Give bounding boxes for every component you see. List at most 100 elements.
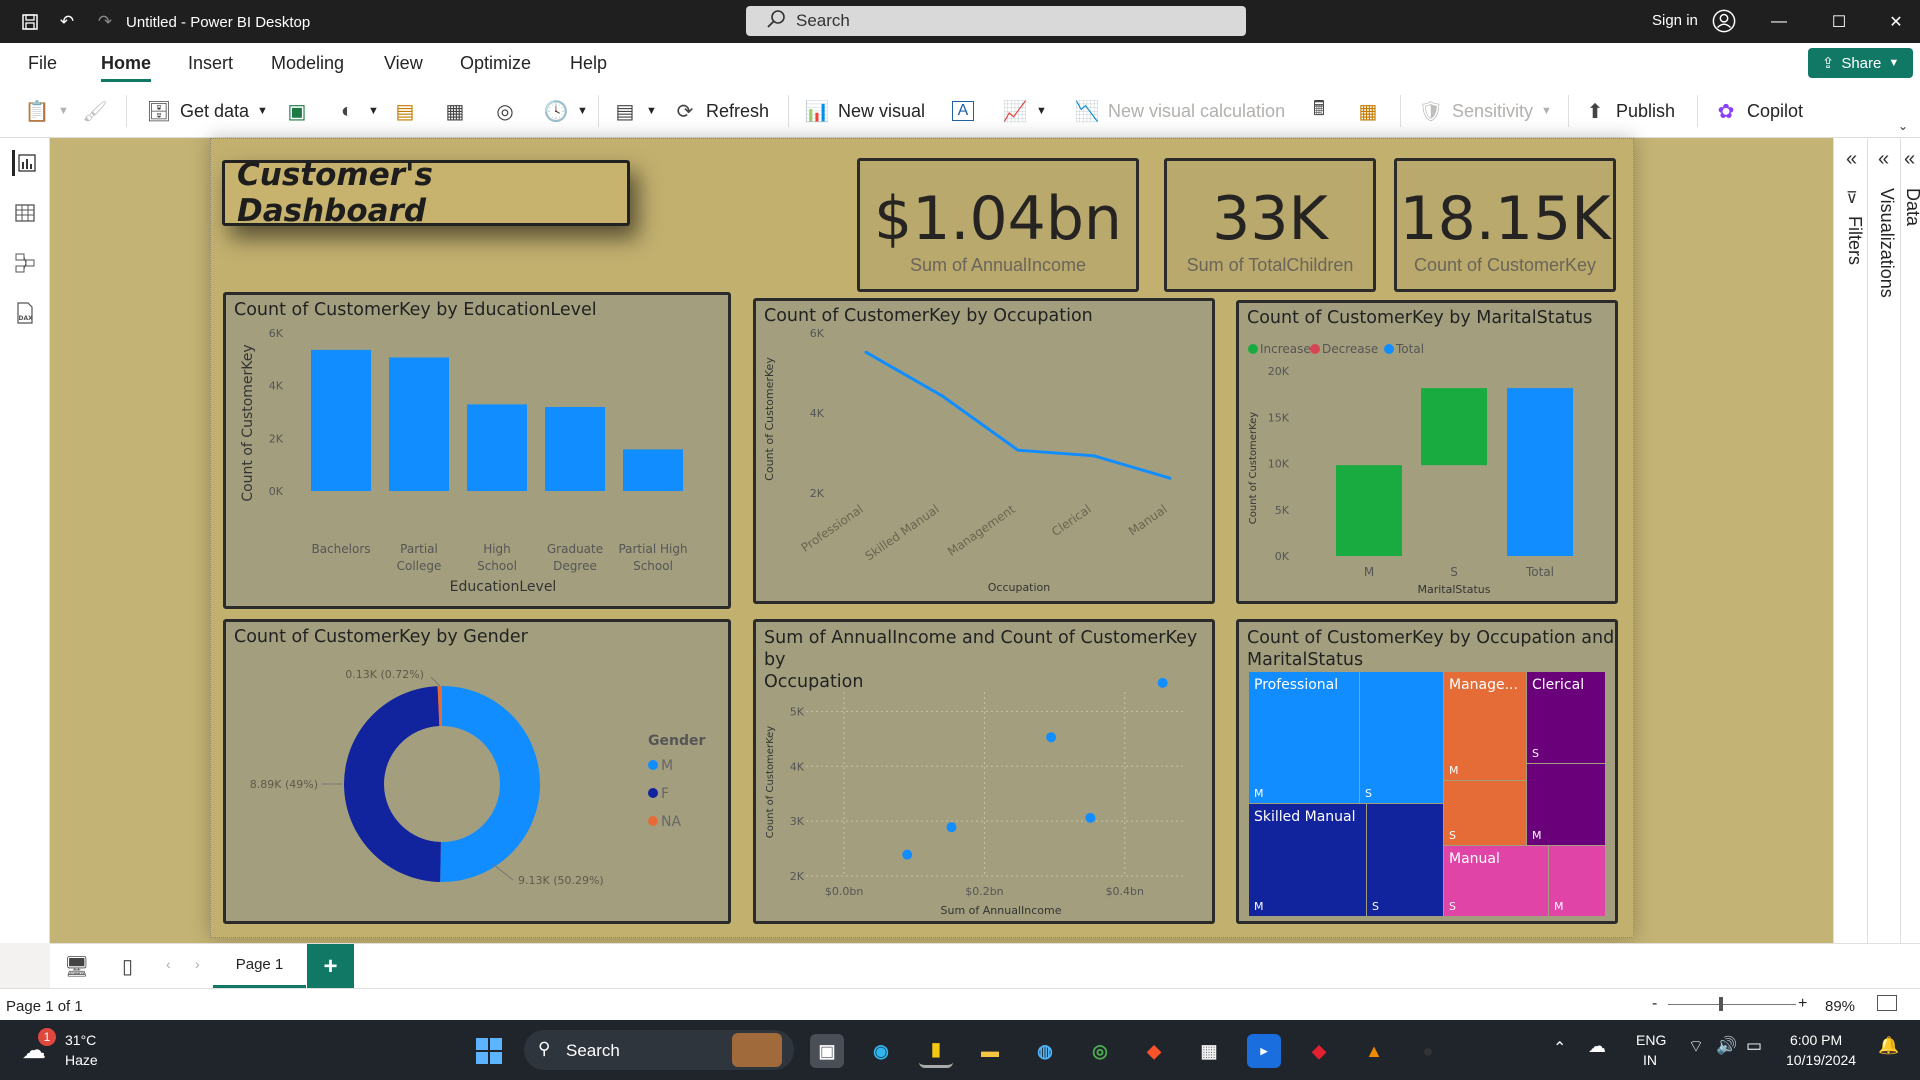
dataverse-icon: ◎ bbox=[496, 100, 514, 123]
tab-modeling[interactable]: Modeling bbox=[271, 53, 344, 74]
recent-sources-button[interactable]: 🕓 ▼ bbox=[543, 97, 588, 125]
tab-help[interactable]: Help bbox=[570, 53, 607, 74]
dataverse-button[interactable]: ◎ bbox=[492, 97, 518, 125]
share-button[interactable]: ⇪ Share ▼ bbox=[1808, 48, 1913, 78]
marital-waterfall-chart[interactable]: Count of CustomerKey by MaritalStatus In… bbox=[1236, 300, 1618, 604]
region-code[interactable]: IN bbox=[1643, 1052, 1657, 1068]
zoom-out-icon[interactable]: - bbox=[1652, 995, 1657, 1013]
title-search-box[interactable]: Search bbox=[746, 6, 1246, 36]
collapse-ribbon-icon[interactable]: ⌄ bbox=[1898, 119, 1908, 133]
fit-to-page-icon[interactable] bbox=[1877, 995, 1897, 1011]
account-icon[interactable] bbox=[1712, 9, 1736, 33]
volume-icon[interactable]: 🔊 bbox=[1716, 1036, 1737, 1056]
excel-button[interactable]: ▣ bbox=[284, 97, 310, 125]
income-scatter-chart[interactable]: Sum of AnnualIncome and Count of Custome… bbox=[753, 619, 1215, 924]
mobile-layout-icon[interactable]: ▯ bbox=[122, 954, 133, 979]
next-page-icon[interactable]: › bbox=[195, 956, 200, 972]
gender-donut-chart[interactable]: Count of CustomerKey by Gender 0.13K (0.… bbox=[223, 619, 731, 924]
battery-icon[interactable]: ▭ bbox=[1746, 1036, 1762, 1056]
data-expand-icon[interactable]: « bbox=[1904, 148, 1915, 171]
y-axis-title: Count of CustomerKey bbox=[763, 357, 776, 481]
more-visuals-button[interactable]: 📈 ▼ bbox=[1002, 97, 1047, 125]
new-measure-button[interactable]: 🖩 bbox=[1306, 97, 1332, 125]
education-bar bbox=[545, 406, 605, 491]
anydesk-icon[interactable]: ◆ bbox=[1302, 1034, 1336, 1068]
weather-app-icon[interactable]: ◍ bbox=[1028, 1034, 1062, 1068]
file-explorer-icon[interactable]: ▬ bbox=[973, 1034, 1007, 1068]
tab-optimize[interactable]: Optimize bbox=[460, 53, 531, 74]
new-visual-button[interactable]: 📊 New visual bbox=[804, 97, 925, 125]
occupation-marital-treemap[interactable]: Count of CustomerKey by Occupation and Ma… bbox=[1236, 619, 1618, 924]
app-icon[interactable]: ● bbox=[1411, 1034, 1445, 1068]
brave-icon[interactable]: ◆ bbox=[1137, 1034, 1171, 1068]
new-visual-calculation-button[interactable]: 📉 New visual calculation bbox=[1074, 97, 1286, 125]
scatter-point bbox=[1046, 732, 1057, 743]
prev-page-icon[interactable]: ‹ bbox=[166, 956, 171, 972]
occupation-line bbox=[865, 350, 1171, 480]
tab-view[interactable]: View bbox=[384, 53, 423, 74]
report-view-icon[interactable] bbox=[12, 150, 38, 176]
maximize-icon[interactable]: ☐ bbox=[1825, 10, 1853, 34]
chevron-up-icon[interactable]: ⌃ bbox=[1553, 1038, 1566, 1058]
chrome-icon[interactable]: ◎ bbox=[1083, 1034, 1117, 1068]
visualizations-pane-label[interactable]: Visualizations bbox=[1876, 188, 1897, 298]
minimize-icon[interactable]: — bbox=[1765, 10, 1793, 34]
kpi-card-annual-income[interactable]: $1.04bn Sum of AnnualIncome bbox=[857, 158, 1139, 292]
data-pane-label[interactable]: Data bbox=[1902, 188, 1920, 226]
y-tick-label: 20K bbox=[1268, 365, 1290, 378]
text-box-button[interactable]: A bbox=[952, 97, 974, 125]
prime-video-icon[interactable]: ▶ bbox=[1247, 1034, 1281, 1068]
zoom-slider[interactable] bbox=[1668, 1004, 1796, 1005]
zoom-in-icon[interactable]: + bbox=[1798, 995, 1807, 1013]
add-page-button[interactable]: + bbox=[307, 944, 354, 989]
powerbi-taskbar-icon[interactable]: ▮ bbox=[919, 1034, 953, 1068]
sensitivity-button[interactable]: 🛡 Sensitivity ▼ bbox=[1418, 97, 1552, 125]
sign-in-link[interactable]: Sign in bbox=[1652, 12, 1698, 29]
table-view-icon[interactable] bbox=[12, 200, 38, 226]
tab-file[interactable]: File bbox=[28, 53, 57, 74]
vlc-icon[interactable]: ▲ bbox=[1357, 1034, 1391, 1068]
model-view-icon[interactable] bbox=[12, 250, 38, 276]
quick-measure-button[interactable]: ▦ bbox=[1355, 97, 1381, 125]
tab-home[interactable]: Home bbox=[101, 53, 152, 82]
kpi-card-customer-count[interactable]: 18.15K Count of CustomerKey bbox=[1394, 158, 1616, 292]
wifi-icon[interactable]: ⌔ bbox=[1688, 1036, 1704, 1057]
kpi-card-total-children[interactable]: 33K Sum of TotalChildren bbox=[1164, 158, 1376, 292]
visualizations-expand-icon[interactable]: « bbox=[1878, 148, 1889, 171]
clock-time[interactable]: 6:00 PM bbox=[1790, 1032, 1842, 1048]
redo-icon[interactable]: ↷ bbox=[93, 10, 117, 34]
tab-page-1[interactable]: Page 1 bbox=[213, 944, 306, 989]
dax-query-view-icon[interactable]: DAX bbox=[12, 300, 38, 326]
onedrive-icon[interactable]: ☁ bbox=[1588, 1036, 1606, 1057]
occupation-line-chart[interactable]: Count of CustomerKey by Occupation 2K 4K 6… bbox=[753, 298, 1215, 604]
windows-start-icon[interactable] bbox=[472, 1034, 506, 1068]
transform-data-button[interactable]: ▤ ▼ bbox=[612, 97, 657, 125]
copilot-button[interactable]: ✿ Copilot bbox=[1713, 97, 1803, 125]
language-code[interactable]: ENG bbox=[1636, 1032, 1666, 1048]
education-bar-chart[interactable]: Count of CustomerKey by EducationLevel 0… bbox=[223, 292, 731, 609]
paste-button[interactable]: 📋 ▼ bbox=[24, 97, 69, 125]
kpi-label: Sum of AnnualIncome bbox=[909, 255, 1087, 275]
undo-icon[interactable]: ↶ bbox=[55, 10, 79, 34]
refresh-button[interactable]: ⟳ Refresh bbox=[672, 97, 769, 125]
zoom-slider-thumb[interactable] bbox=[1719, 997, 1723, 1011]
desktop-layout-icon[interactable]: 🖥 bbox=[64, 954, 89, 979]
get-data-button[interactable]: 🗄 Get data ▼ bbox=[146, 97, 268, 125]
filters-pane-label[interactable]: Filters bbox=[1844, 216, 1865, 265]
clock-date[interactable]: 10/19/2024 bbox=[1786, 1052, 1856, 1068]
edge-icon[interactable]: ◉ bbox=[864, 1034, 898, 1068]
publish-button[interactable]: ⬆ Publish bbox=[1582, 97, 1675, 125]
sql-button[interactable]: ▤ bbox=[392, 97, 418, 125]
task-view-icon[interactable]: ▣ bbox=[810, 1034, 844, 1068]
onelake-button[interactable]: ◐ ▼ bbox=[334, 97, 379, 125]
enter-data-button[interactable]: ▦ bbox=[442, 97, 468, 125]
filters-expand-icon[interactable]: « bbox=[1846, 148, 1857, 171]
save-icon[interactable] bbox=[18, 10, 42, 34]
format-painter-button[interactable]: 🖌 bbox=[82, 97, 108, 125]
taskbar-search[interactable]: ⚲ Search bbox=[524, 1030, 794, 1070]
store-icon[interactable]: ▦ bbox=[1192, 1034, 1226, 1068]
close-icon[interactable]: ✕ bbox=[1882, 10, 1910, 34]
dashboard-title[interactable]: Customer's Dashboard bbox=[222, 157, 630, 229]
tab-insert[interactable]: Insert bbox=[188, 53, 233, 74]
notification-bell-icon[interactable]: 🔔 bbox=[1878, 1036, 1899, 1056]
